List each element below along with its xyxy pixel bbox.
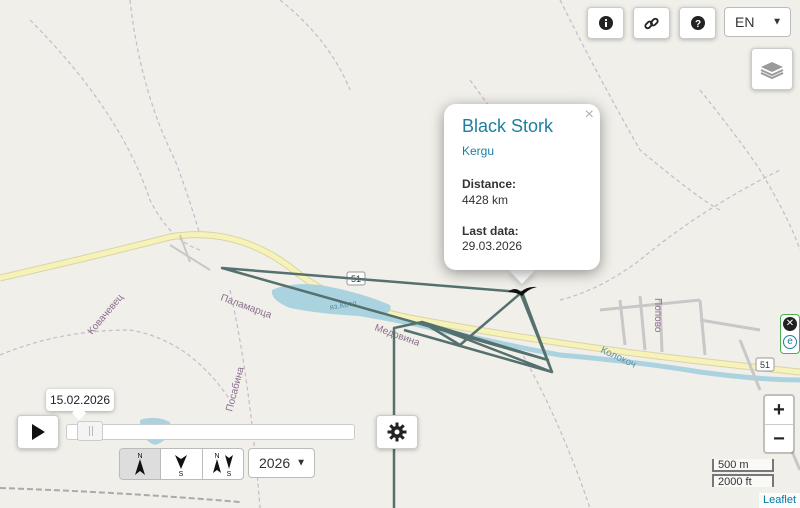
close-circle-icon[interactable]: ✕ <box>783 317 797 331</box>
south-arrow-icon: S <box>175 455 188 477</box>
last-data-value: 29.03.2026 <box>462 239 523 253</box>
svg-text:?: ? <box>694 19 700 30</box>
year-value: 2026 <box>259 455 291 471</box>
chevron-down-icon: ▼ <box>772 16 782 28</box>
edit-circle-icon[interactable]: e <box>783 335 797 349</box>
bird-info-popup: × Black Stork Kergu Distance: 4428 km La… <box>444 104 600 270</box>
svg-text:S: S <box>226 471 231 477</box>
north-south-arrows-icon: NS <box>212 453 233 477</box>
timeline-slider[interactable] <box>66 421 355 441</box>
zoom-in-button[interactable]: + <box>765 396 793 425</box>
info-button[interactable] <box>587 7 624 39</box>
link-icon <box>644 17 659 29</box>
popup-title: Black Stork <box>462 116 554 136</box>
play-icon <box>32 424 45 440</box>
scale-metric: 500 m <box>712 459 774 472</box>
distance-value: 4428 km <box>462 193 509 207</box>
layers-button[interactable] <box>751 48 793 90</box>
help-button[interactable]: ? <box>679 7 716 39</box>
road-label-51-b: 51 <box>760 360 770 370</box>
share-link-button[interactable] <box>633 7 670 39</box>
south-direction-button[interactable]: S <box>161 449 203 479</box>
year-select[interactable]: 2026 ▼ <box>248 448 315 478</box>
north-arrow-icon: N <box>135 453 146 475</box>
svg-text:N: N <box>214 453 219 460</box>
layers-icon <box>760 62 784 80</box>
language-select[interactable]: EN ▼ <box>724 7 791 37</box>
distance-label: Distance: <box>462 177 517 191</box>
language-value: EN <box>735 14 755 30</box>
timeline-slider-handle[interactable] <box>77 421 103 441</box>
north-direction-button[interactable]: N <box>120 449 162 479</box>
zoom-control: + − <box>763 394 795 454</box>
info-icon <box>598 16 613 30</box>
both-directions-button[interactable]: NS <box>203 449 243 479</box>
last-data-label: Last data: <box>462 224 519 238</box>
settings-button[interactable] <box>376 415 418 449</box>
svg-text:N: N <box>138 453 143 460</box>
popup-bird-name-link[interactable]: Kergu <box>462 144 494 158</box>
play-button[interactable] <box>17 415 59 449</box>
label-popovo: Попово <box>652 298 663 333</box>
scale-imperial: 2000 ft <box>712 474 774 488</box>
attribution-link[interactable]: Leaflet <box>758 493 800 508</box>
side-toolbar: ✕ e <box>780 314 800 354</box>
zoom-out-button[interactable]: − <box>765 425 793 453</box>
gear-icon <box>387 422 407 442</box>
popup-close-button[interactable]: × <box>585 107 594 123</box>
help-icon: ? <box>690 16 705 30</box>
chevron-down-icon: ▼ <box>296 457 306 469</box>
svg-text:S: S <box>179 471 184 477</box>
direction-toggle-group: N S NS <box>119 448 244 480</box>
